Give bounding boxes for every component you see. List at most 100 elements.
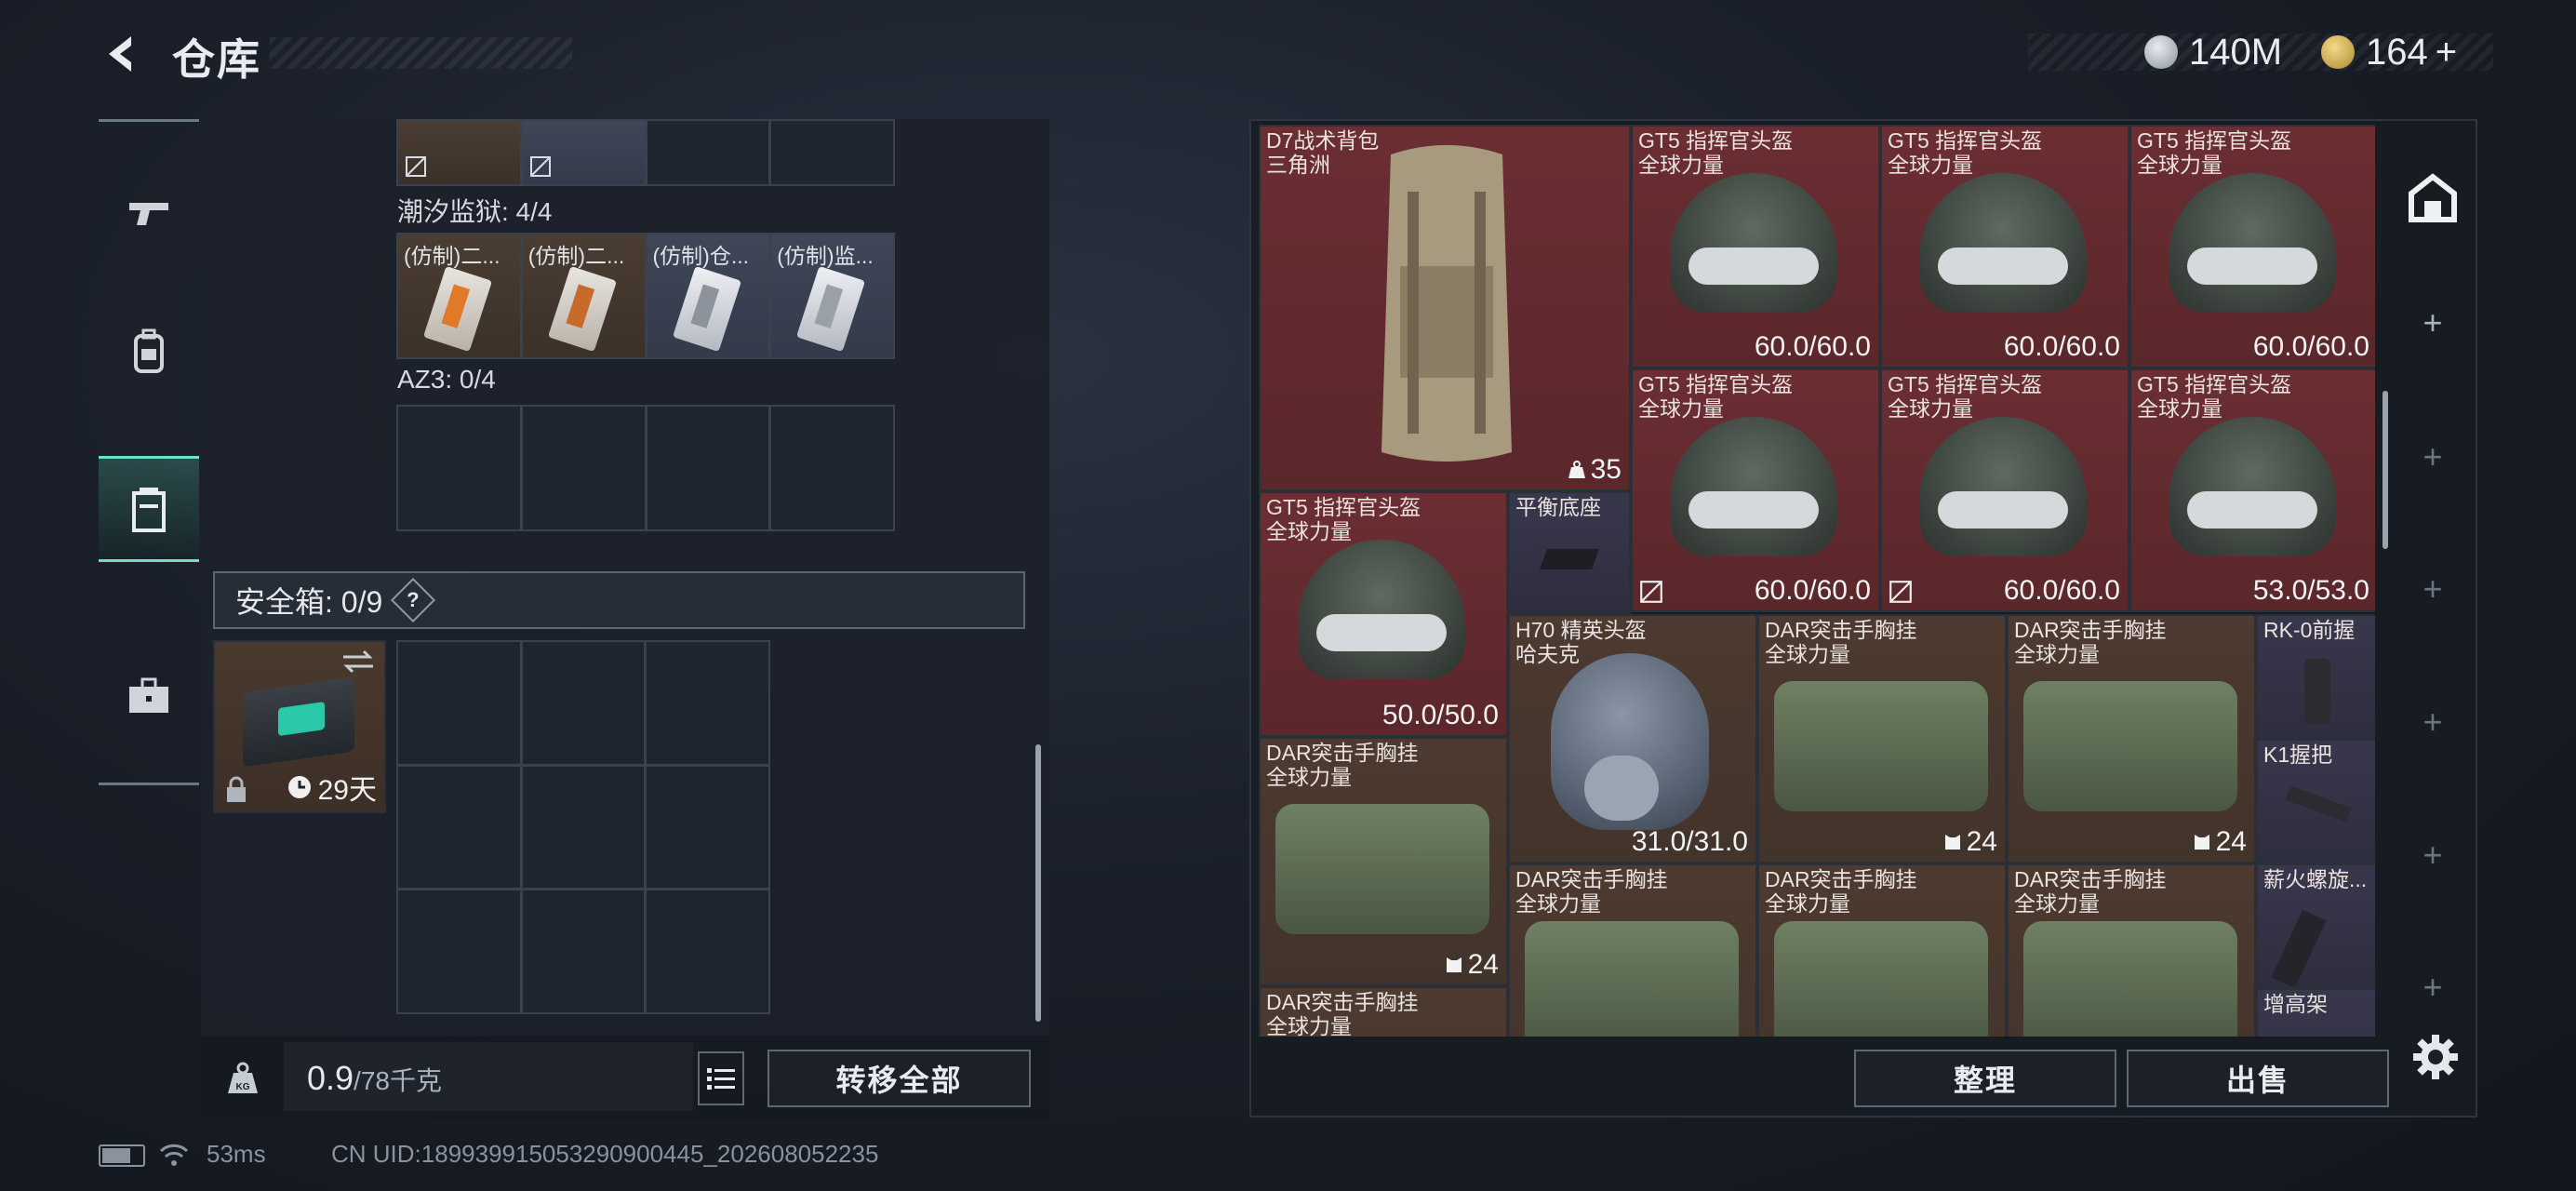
backpack-icon [134, 328, 164, 373]
item-name: K1握把 [2263, 743, 2333, 767]
stash-item-helmet[interactable]: GT5 指挥官头盔 全球力量 60.0/60.0 [1631, 125, 1880, 368]
stash-item-chest-rig[interactable]: DAR突击手胸挂 全球力量 24 [1259, 737, 1508, 986]
durability: 53.0/53.0 [2252, 575, 2369, 606]
slot-empty[interactable] [647, 121, 769, 184]
nav-briefcase[interactable] [99, 649, 199, 743]
item-name: 增高架 [2263, 992, 2328, 1016]
slot-empty[interactable] [647, 766, 768, 889]
durability: 60.0/60.0 [1754, 575, 1871, 606]
add-page-button[interactable]: + [2391, 703, 2475, 742]
stash-item-helmet[interactable]: GT5 指挥官头盔 全球力量 53.0/53.0 [2129, 368, 2375, 612]
slot-empty[interactable] [522, 642, 645, 764]
slot-empty[interactable] [398, 642, 520, 764]
top-slot-row [396, 119, 895, 186]
stash-item-attachment[interactable]: 薪火螺旋... [2256, 863, 2375, 988]
add-page-button[interactable]: + [2391, 437, 2475, 476]
stash-item-base[interactable]: 平衡底座 [1508, 491, 1631, 614]
transfer-all-button[interactable]: 转移全部 [767, 1050, 1031, 1107]
stash-page-button[interactable] [2406, 171, 2460, 225]
slot-empty[interactable] [647, 407, 769, 529]
slot-item[interactable] [398, 121, 520, 184]
sort-button[interactable]: 整理 [1854, 1050, 2116, 1107]
helmet-image [1551, 653, 1709, 830]
nav-storage[interactable] [99, 456, 199, 562]
add-page-button[interactable]: + [2391, 569, 2475, 609]
safebox-item[interactable]: 29天 [213, 640, 386, 813]
stash-item-chest-rig[interactable]: DAR突击手胸挂 全球力量 [1259, 986, 1508, 1037]
gun-icon [129, 203, 168, 225]
stash-item-chest-rig[interactable]: DAR突击手胸挂 全球力量 24 [1757, 614, 2007, 863]
stash-item-chest-rig[interactable]: DAR突击手胸挂 全球力量 [2007, 863, 2256, 1037]
helmet-image [2169, 417, 2336, 556]
stash-item-helmet[interactable]: GT5 指挥官头盔 全球力量 60.0/60.0 [1880, 368, 2129, 612]
add-page-button[interactable]: + [2391, 836, 2475, 875]
sell-button[interactable]: 出售 [2127, 1050, 2389, 1107]
svg-text:KG: KG [236, 1082, 250, 1092]
tide-prison-label: 潮汐监狱: 4/4 [397, 197, 553, 226]
stash-item-h70-helmet[interactable]: H70 精英头盔 哈夫克 31.0/31.0 [1508, 614, 1757, 863]
tide-slot[interactable]: (仿制)二... [522, 234, 645, 357]
slot-empty[interactable] [522, 766, 645, 889]
slot-empty[interactable] [398, 407, 520, 529]
item-name: (仿制)监... [777, 244, 874, 268]
helmet-image [1670, 417, 1837, 556]
slot-empty[interactable] [522, 890, 645, 1012]
grip-image [2285, 785, 2352, 823]
stash-item-attachment[interactable]: RK-0前握 [2256, 614, 2375, 739]
stash-item-chest-rig[interactable]: DAR突击手胸挂 全球力量 24 [2007, 614, 2256, 863]
settings-button[interactable] [2409, 1031, 2462, 1083]
wifi-icon [159, 1144, 189, 1166]
briefcase-icon [129, 677, 168, 713]
weight-small-icon [1568, 461, 1585, 478]
safebox-label: 安全箱: 0/9 [235, 585, 383, 619]
nav-weapons[interactable] [99, 166, 199, 259]
slot-empty[interactable] [771, 407, 893, 529]
item-name: DAR突击手胸挂 全球力量 [1515, 867, 1668, 916]
slot-empty[interactable] [398, 890, 520, 1012]
clock-icon [287, 776, 311, 798]
az3-slots [396, 405, 895, 531]
tide-slot[interactable]: (仿制)二... [398, 234, 520, 357]
weight-current: 0.9 [307, 1059, 354, 1097]
stash-item-attachment[interactable]: 增高架 [2256, 988, 2375, 1037]
stash-item-helmet[interactable]: GT5 指挥官头盔 全球力量 60.0/60.0 [1631, 368, 1880, 612]
grip-image [2304, 659, 2330, 724]
stash-item-backpack[interactable]: D7战术背包 三角洲 35 [1259, 125, 1631, 491]
az3-label: AZ3: 0/4 [397, 365, 496, 394]
slot-empty[interactable] [647, 890, 768, 1012]
nav-gear[interactable] [99, 305, 199, 398]
stash-item-helmet[interactable]: GT5 指挥官头盔 全球力量 60.0/60.0 [2129, 125, 2375, 368]
help-icon[interactable]: ? [391, 577, 436, 623]
slot-empty[interactable] [647, 642, 768, 764]
stash-item-helmet[interactable]: GT5 指挥官头盔 全球力量 50.0/50.0 [1259, 491, 1508, 737]
add-page-button[interactable]: + [2391, 968, 2475, 1007]
slot-empty[interactable] [522, 407, 645, 529]
chevron-left-icon [109, 36, 131, 72]
stash-item-helmet[interactable]: GT5 指挥官头盔 全球力量 60.0/60.0 [1880, 125, 2129, 368]
gold-plus-button[interactable]: + [2436, 32, 2457, 74]
back-button[interactable] [93, 28, 149, 80]
item-count: 35 [1567, 454, 1622, 486]
chest-rig-image [1525, 921, 1739, 1037]
lock-icon [227, 776, 246, 802]
item-name: GT5 指挥官头盔 全球力量 [1638, 128, 1794, 177]
stash-item-chest-rig[interactable]: DAR突击手胸挂 全球力量 [1757, 863, 2007, 1037]
tide-slot[interactable]: (仿制)监... [771, 234, 893, 357]
left-scrollbar[interactable] [1035, 744, 1041, 1022]
list-view-button[interactable] [698, 1051, 744, 1105]
add-page-button[interactable]: + [2391, 303, 2475, 342]
stash-page-rail: + + + + + + [2391, 130, 2475, 1007]
stash-item-attachment[interactable]: K1握把 [2256, 739, 2375, 863]
warehouse-icon [2409, 173, 2457, 222]
slot-item[interactable] [522, 121, 645, 184]
item-name: DAR突击手胸挂 全球力量 [1765, 618, 1917, 666]
slot-empty[interactable] [398, 766, 520, 889]
gold-currency[interactable]: 164 + [2321, 28, 2457, 76]
item-name: GT5 指挥官头盔 全球力量 [1266, 495, 1421, 543]
slot-empty[interactable] [771, 121, 893, 184]
weight-total: /78千克 [354, 1066, 442, 1095]
tide-slot[interactable]: (仿制)仓... [647, 234, 769, 357]
stash-scrollbar[interactable] [2382, 391, 2388, 549]
item-name: GT5 指挥官头盔 全球力量 [1888, 372, 2043, 421]
stash-item-chest-rig[interactable]: DAR突击手胸挂 全球力量 [1508, 863, 1757, 1037]
